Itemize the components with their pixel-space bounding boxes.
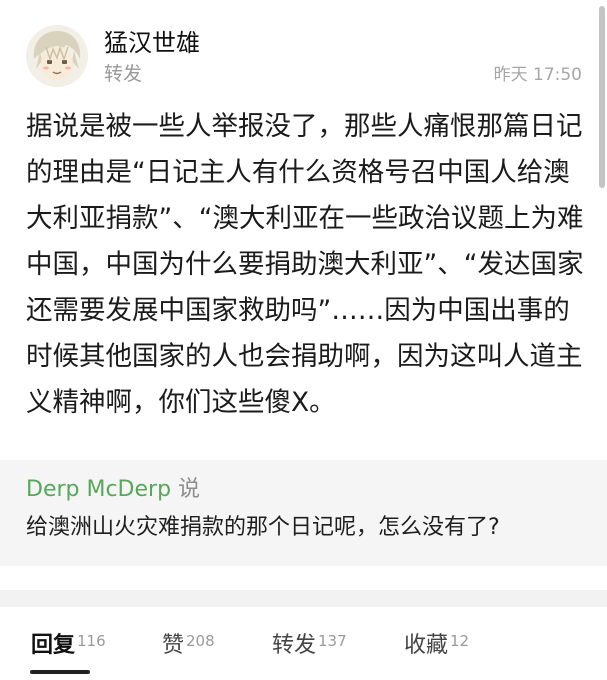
tab-favorites-label: 收藏 (404, 633, 449, 658)
tab-reposts-count: 137 (318, 632, 347, 650)
tab-favorites-count: 12 (450, 632, 470, 650)
tab-replies-count: 116 (77, 632, 106, 650)
quoted-user-link[interactable]: Derp McDerp (26, 477, 171, 502)
section-divider (0, 590, 607, 607)
quoted-says-label: 说 (178, 477, 201, 502)
tab-replies[interactable]: 回复 116 (31, 632, 106, 660)
tab-likes-count: 208 (186, 632, 215, 650)
author-name[interactable]: 猛汉世雄 (104, 28, 200, 58)
post-body-text: 据说是被一些人举报没了，那些人痛恨那篇日记的理由是“日记主人有什么资格号召中国人… (26, 111, 584, 418)
post-type-label: 转发 (104, 63, 143, 85)
avatar[interactable] (26, 25, 88, 87)
tab-replies-label: 回复 (31, 633, 76, 658)
tab-likes[interactable]: 赞 208 (162, 632, 215, 660)
tab-reposts[interactable]: 转发 137 (272, 632, 347, 660)
tab-reposts-label: 转发 (272, 633, 317, 658)
post-timestamp: 昨天 17:50 (493, 65, 582, 85)
scrollbar[interactable] (599, 6, 605, 188)
anime-character-avatar-icon (26, 25, 88, 87)
tab-favorites[interactable]: 收藏 12 (404, 632, 469, 660)
active-tab-indicator (30, 670, 90, 674)
quoted-comment-text: 给澳洲山火灾难捐款的那个日记呢，怎么没有了? (26, 515, 500, 540)
quoted-comment-header: Derp McDerp 说 (26, 476, 200, 504)
tab-likes-label: 赞 (162, 633, 185, 658)
quoted-comment[interactable]: Derp McDerp 说 给澳洲山火灾难捐款的那个日记呢，怎么没有了? (0, 460, 607, 566)
